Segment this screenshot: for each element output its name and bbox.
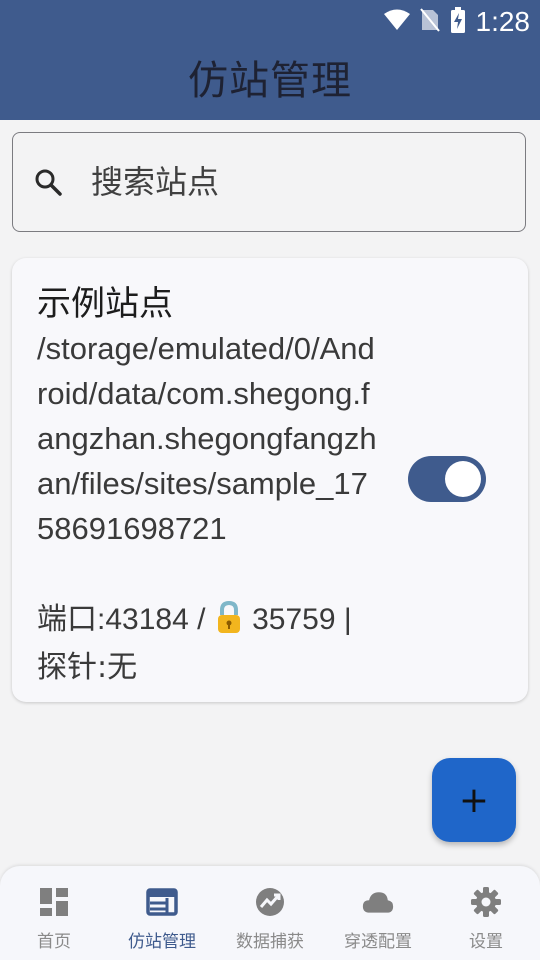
probe-status: 探针:无 — [37, 650, 138, 685]
no-sim-icon — [419, 8, 440, 36]
screen: 1:28 仿站管理 示例站点 /storage/emulated/0/Andro… — [0, 0, 540, 960]
port-label: 端口:43184 / — [37, 603, 214, 636]
dashboard-icon — [38, 886, 70, 918]
nav-item-site-management[interactable]: 仿站管理 — [108, 866, 216, 960]
lock-icon — [216, 600, 242, 650]
nav-item-home[interactable]: 首页 — [0, 866, 108, 960]
analytics-icon — [254, 886, 286, 918]
bottom-nav: 首页 仿站管理 数据捕获 穿透配置 设置 — [0, 866, 540, 960]
web-icon — [146, 886, 178, 918]
nav-label-site-management: 仿站管理 — [128, 932, 196, 952]
add-site-button[interactable]: + — [432, 758, 516, 842]
site-name: 示例站点 — [37, 284, 173, 324]
nav-item-settings[interactable]: 设置 — [432, 866, 540, 960]
app-header: 1:28 仿站管理 — [0, 0, 540, 120]
nav-item-data-capture[interactable]: 数据捕获 — [216, 866, 324, 960]
nav-label-data-capture: 数据捕获 — [236, 932, 304, 952]
status-time: 1:28 — [475, 6, 531, 37]
nav-label-home: 首页 — [37, 932, 71, 952]
tunnel-port: 35759 | — [243, 603, 352, 636]
plus-icon: + — [458, 779, 490, 821]
site-path: /storage/emulated/0/Android/data/com.she… — [37, 331, 377, 546]
search-box[interactable] — [12, 132, 526, 232]
toggle-knob — [445, 461, 481, 497]
site-ports: 端口:43184 / 35759 | — [37, 596, 352, 650]
status-bar: 1:28 — [383, 4, 531, 40]
nav-label-tunnel-config: 穿透配置 — [344, 932, 412, 952]
site-card[interactable]: 示例站点 /storage/emulated/0/Android/data/co… — [12, 258, 528, 702]
wifi-icon — [383, 9, 410, 35]
page-title: 仿站管理 — [188, 58, 352, 104]
cloud-icon — [362, 886, 394, 918]
nav-label-settings: 设置 — [469, 932, 503, 952]
battery-charging-icon — [450, 7, 466, 37]
nav-item-tunnel-config[interactable]: 穿透配置 — [324, 866, 432, 960]
search-icon — [33, 167, 63, 197]
settings-icon — [470, 886, 502, 918]
site-enable-toggle[interactable] — [408, 456, 486, 502]
search-input[interactable] — [89, 162, 493, 202]
